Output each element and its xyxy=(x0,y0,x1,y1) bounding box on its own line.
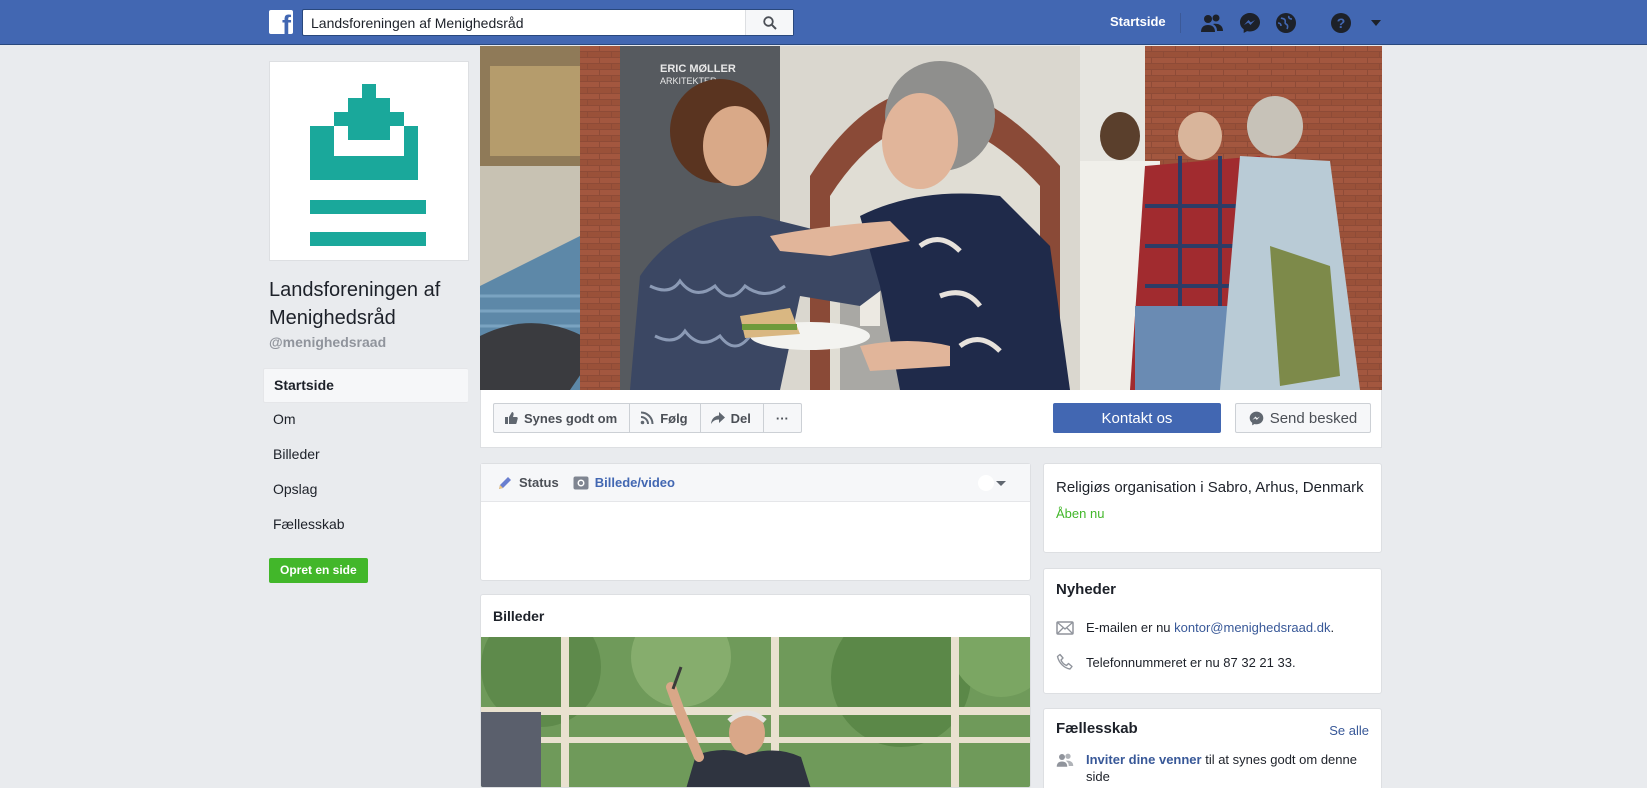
share-arrow-icon xyxy=(710,412,725,424)
invite-friends-link[interactable]: Inviter dine venner xyxy=(1086,752,1202,767)
cover-photo-image: ERIC MØLLER ARKITEKTER xyxy=(480,46,1382,390)
photo-thumbnail-image xyxy=(481,637,1030,787)
news-email-link[interactable]: kontor@menighedsraad.dk xyxy=(1174,620,1330,635)
like-page-button[interactable]: Synes godt om xyxy=(494,404,631,432)
sidebar-item-faellesskab[interactable]: Fællesskab xyxy=(263,508,468,543)
facebook-logo-icon[interactable]: f xyxy=(269,10,293,34)
share-button[interactable]: Del xyxy=(701,404,764,432)
page-sidebar-nav: Startside Om Billeder Opslag Fællesskab xyxy=(263,368,468,543)
invite-friends-row: Inviter dine venner til at synes godt om… xyxy=(1056,751,1369,785)
audience-caret-icon[interactable] xyxy=(996,481,1006,486)
search-input[interactable] xyxy=(303,10,743,35)
photo-thumbnail[interactable] xyxy=(481,637,1030,787)
page-username[interactable]: @menighedsraad xyxy=(269,334,386,350)
create-page-button[interactable]: Opret en side xyxy=(269,558,368,583)
pencil-icon xyxy=(499,476,511,489)
more-options-button[interactable]: ··· xyxy=(764,404,801,432)
open-status: Åben nu xyxy=(1056,506,1105,521)
photo-camera-icon xyxy=(573,476,589,489)
news-email-suffix: . xyxy=(1330,620,1335,635)
tab-status-label: Status xyxy=(519,475,559,490)
rss-follow-icon xyxy=(640,411,654,425)
page-title: Landsforeningen af Menighedsråd xyxy=(269,279,441,329)
see-all-link[interactable]: Se alle xyxy=(1329,723,1369,738)
svg-text:?: ? xyxy=(1337,15,1346,31)
messenger-small-icon xyxy=(1249,411,1264,425)
page-profile-picture[interactable] xyxy=(269,61,469,261)
sidebar-item-opslag[interactable]: Opslag xyxy=(263,473,468,508)
tab-photo-video[interactable]: Billede/video xyxy=(573,475,675,490)
help-icon[interactable]: ? xyxy=(1329,11,1353,35)
search-icon xyxy=(762,15,777,30)
news-email-row: E-mailen er nu kontor@menighedsraad.dk. xyxy=(1056,620,1369,635)
news-card: Nyheder E-mailen er nu kontor@menighedsr… xyxy=(1043,568,1382,694)
top-navigation-bar: f Startside ? xyxy=(0,0,1647,45)
sidebar-item-startside[interactable]: Startside xyxy=(263,368,468,403)
news-phone-row: Telefonnummeret er nu 87 32 21 33. xyxy=(1056,653,1369,671)
page-category: Religiøs organisation i Sabro, Arhus, De… xyxy=(1056,479,1364,496)
search-box xyxy=(302,9,794,36)
news-email-text: E-mailen er nu kontor@menighedsraad.dk. xyxy=(1086,620,1334,635)
share-label: Del xyxy=(730,410,751,426)
send-message-button[interactable]: Send besked xyxy=(1235,403,1371,433)
envelope-icon xyxy=(1056,620,1074,635)
audience-selector-icon[interactable] xyxy=(978,475,994,491)
about-card: Religiøs organisation i Sabro, Arhus, De… xyxy=(1043,463,1382,553)
cover-photo[interactable]: ERIC MØLLER ARKITEKTER xyxy=(480,46,1382,390)
cover-banner-text-1: ERIC MØLLER xyxy=(660,63,736,75)
search-button[interactable] xyxy=(745,10,793,35)
follow-button[interactable]: Følg xyxy=(630,404,701,432)
news-email-prefix: E-mailen er nu xyxy=(1086,620,1175,635)
nav-divider xyxy=(1180,13,1181,33)
news-phone-text: Telefonnummeret er nu 87 32 21 33. xyxy=(1086,654,1296,670)
more-dots-icon: ··· xyxy=(775,410,789,426)
send-message-label: Send besked xyxy=(1269,409,1358,427)
invite-friends-text: Inviter dine venner til at synes godt om… xyxy=(1086,751,1369,785)
page-action-bar: Synes godt om Følg Del ··· Kontakt os Se… xyxy=(480,390,1382,448)
contact-us-button[interactable]: Kontakt os xyxy=(1053,403,1221,433)
sidebar-item-billeder[interactable]: Billeder xyxy=(263,438,468,473)
page-actions-group: Synes godt om Følg Del ··· xyxy=(493,403,802,433)
photos-card-title[interactable]: Billeder xyxy=(481,595,1030,637)
notifications-globe-icon[interactable] xyxy=(1274,11,1298,35)
post-composer: Status Billede/video xyxy=(480,463,1031,581)
community-title: Fællesskab xyxy=(1056,720,1138,737)
nav-home-link[interactable]: Startside xyxy=(1110,14,1166,29)
photos-card: Billeder xyxy=(480,594,1031,788)
sidebar-item-om[interactable]: Om xyxy=(263,403,468,438)
tab-status[interactable]: Status xyxy=(497,475,559,491)
news-title: Nyheder xyxy=(1056,581,1117,598)
tab-photo-video-label: Billede/video xyxy=(594,475,675,490)
invite-friends-icon xyxy=(1056,753,1074,767)
community-card: Fællesskab Se alle Inviter dine venner t… xyxy=(1043,708,1382,788)
composer-tabs: Status Billede/video xyxy=(481,464,1030,502)
organization-logo xyxy=(310,84,426,246)
messenger-icon[interactable] xyxy=(1238,11,1262,35)
phone-icon xyxy=(1056,653,1073,670)
like-page-label: Synes godt om xyxy=(524,410,618,426)
follow-label: Følg xyxy=(660,410,688,426)
friend-requests-icon[interactable] xyxy=(1200,11,1224,35)
caret-down-icon[interactable] xyxy=(1364,11,1388,35)
thumbs-up-icon xyxy=(505,412,518,424)
